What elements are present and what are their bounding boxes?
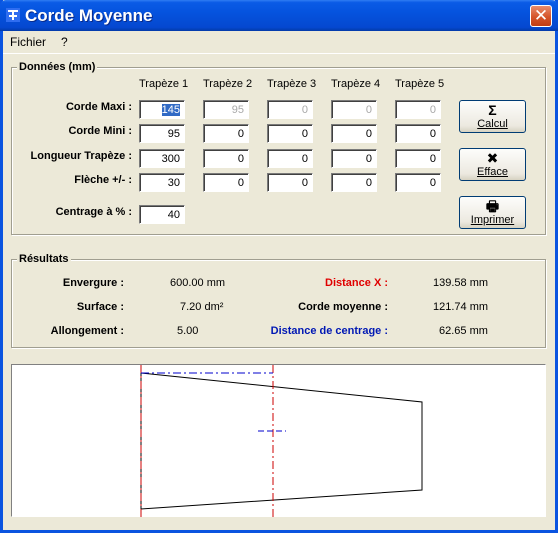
calcul-button[interactable]: Σ Calcul — [459, 100, 526, 133]
column-header-trapeze-3: Trapèze 3 — [267, 78, 317, 90]
label-allongement: Allongement : — [50, 325, 124, 337]
value-distance-x: 139.58 mm — [433, 277, 489, 289]
column-header-trapeze-4: Trapèze 4 — [331, 78, 381, 90]
label-centrage: Centrage à % : — [55, 206, 132, 218]
x-icon: ✖ — [486, 150, 499, 166]
corde-mini-t5-field[interactable]: 0 — [395, 124, 441, 143]
corde-maxi-t4-field[interactable]: 0 — [331, 100, 377, 119]
fleche-t3-field[interactable]: 0 — [267, 173, 313, 192]
menu-bar: Fichier ? — [3, 31, 555, 53]
wing-planform-outline — [140, 372, 423, 510]
column-header-trapeze-2: Trapèze 2 — [203, 78, 253, 90]
label-longueur-trapeze: Longueur Trapèze : — [30, 150, 132, 162]
corde-mini-t2-field[interactable]: 0 — [203, 124, 249, 143]
column-header-trapeze-5: Trapèze 5 — [395, 78, 445, 90]
sigma-icon: Σ — [488, 102, 497, 118]
label-envergure: Envergure : — [62, 277, 124, 289]
corde-mini-t3-field[interactable]: 0 — [267, 124, 313, 143]
centrage-field[interactable]: 40 — [139, 205, 185, 224]
wing-drawing — [140, 365, 423, 518]
longueur-t4-field[interactable]: 0 — [331, 149, 377, 168]
value-envergure: 600.00 mm — [170, 277, 226, 289]
fleche-t1-field[interactable]: 30 — [139, 173, 185, 192]
value-allongement: 5.00 — [177, 325, 199, 337]
fleche-t4-field[interactable]: 0 — [331, 173, 377, 192]
label-fleche: Flèche +/- : — [74, 174, 132, 186]
corde-maxi-t3-field[interactable]: 0 — [267, 100, 313, 119]
label-distance-x: Distance X : — [325, 277, 388, 289]
corde-mini-t1-field[interactable]: 95 — [139, 124, 185, 143]
window-title: Corde Moyenne — [25, 6, 153, 25]
menu-help[interactable]: ? — [61, 35, 68, 49]
title-bar[interactable]: Corde Moyenne ✕ — [0, 0, 558, 31]
longueur-t1-field[interactable]: 300 — [139, 149, 185, 168]
efface-label: Efface — [477, 166, 508, 178]
value-distance-centrage: 62.65 mm — [439, 325, 488, 337]
label-distance-centrage: Distance de centrage : — [270, 325, 388, 337]
fleche-t2-field[interactable]: 0 — [203, 173, 249, 192]
calcul-label: Calcul — [477, 118, 508, 130]
menu-fichier[interactable]: Fichier — [10, 35, 46, 49]
app-icon — [6, 8, 20, 22]
value-surface: 7.20 dm² — [180, 301, 224, 313]
corde-maxi-t2-field[interactable]: 95 — [203, 100, 249, 119]
corde-maxi-t1-field[interactable]: 145 — [139, 100, 185, 119]
corde-maxi-t1-value: 145 — [161, 104, 180, 116]
efface-button[interactable]: ✖ Efface — [459, 148, 526, 181]
longueur-t2-field[interactable]: 0 — [203, 149, 249, 168]
corde-maxi-t5-field[interactable]: 0 — [395, 100, 441, 119]
close-button[interactable]: ✕ — [530, 5, 552, 27]
column-header-trapeze-1: Trapèze 1 — [139, 78, 189, 90]
resultats-title: Résultats — [17, 253, 71, 265]
fleche-t5-field[interactable]: 0 — [395, 173, 441, 192]
menu-separator — [3, 53, 555, 54]
corde-mini-t4-field[interactable]: 0 — [331, 124, 377, 143]
longueur-t3-field[interactable]: 0 — [267, 149, 313, 168]
imprimer-button[interactable]: 🖶 Imprimer — [459, 196, 526, 229]
label-corde-maxi: Corde Maxi : — [65, 101, 132, 113]
value-corde-moyenne: 121.74 mm — [433, 301, 489, 313]
label-corde-mini: Corde Mini : — [68, 125, 132, 137]
close-icon: ✕ — [533, 6, 549, 25]
label-corde-moyenne: Corde moyenne : — [298, 301, 388, 313]
printer-icon: 🖶 — [485, 198, 500, 214]
wing-drawing-canvas — [11, 364, 546, 518]
label-surface: Surface : — [76, 301, 124, 313]
imprimer-label: Imprimer — [470, 214, 515, 226]
donnees-title: Données (mm) — [17, 61, 98, 73]
longueur-t5-field[interactable]: 0 — [395, 149, 441, 168]
